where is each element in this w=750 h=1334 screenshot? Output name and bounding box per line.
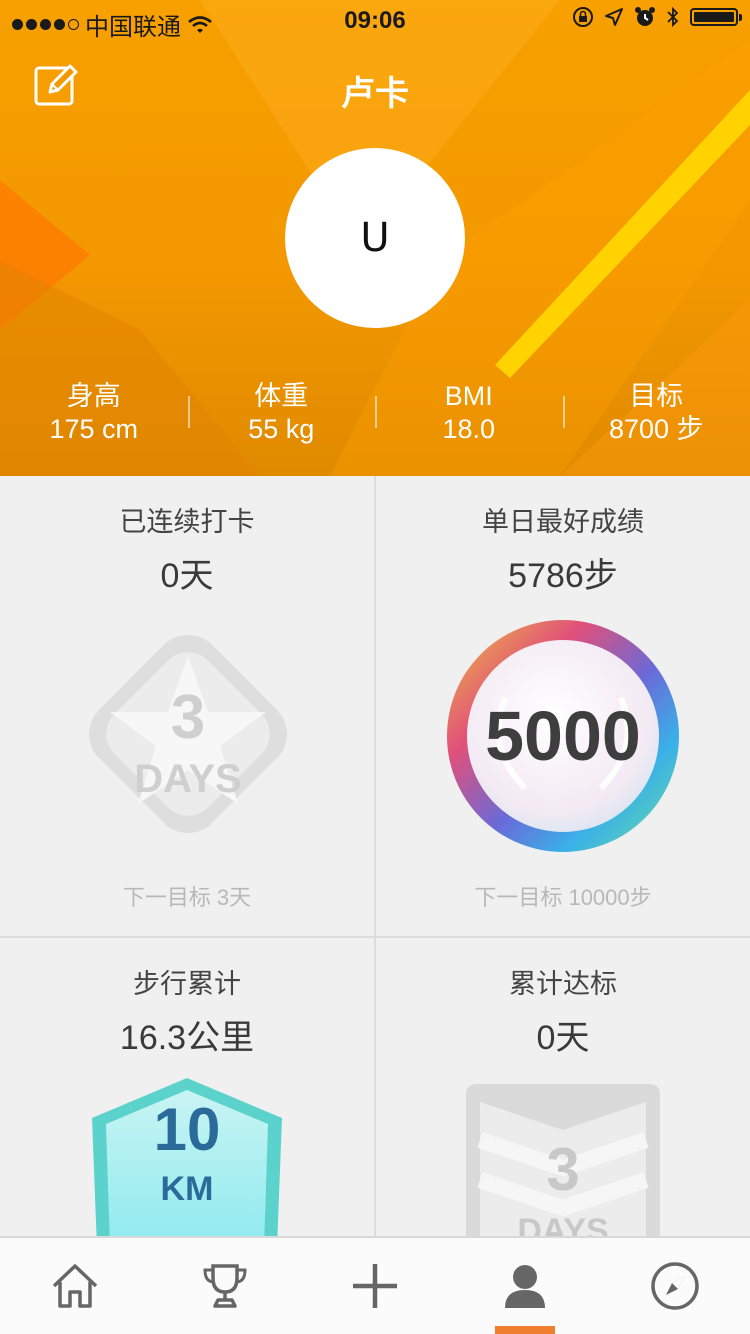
- tab-discover[interactable]: [600, 1238, 750, 1334]
- avatar-initial: U: [360, 215, 390, 261]
- card-title: 步行累计: [133, 969, 241, 999]
- card-value: 0天: [160, 557, 214, 595]
- tab-profile[interactable]: [450, 1238, 600, 1334]
- badge-number: 3: [171, 683, 205, 752]
- walk-badge-icon: 10 KM: [92, 1078, 282, 1236]
- rotation-lock-icon: [573, 7, 593, 27]
- grid-divider-horizontal: [0, 936, 750, 938]
- stat-value: 8700 步: [608, 414, 704, 444]
- next-goal: 下一目标 10000步: [474, 885, 652, 910]
- card-title: 已连续打卡: [119, 507, 255, 537]
- badge-unit: DAYS: [517, 1212, 608, 1236]
- stat-value: 55 kg: [248, 414, 315, 444]
- stat-goal: 目标 8700 步: [562, 380, 750, 450]
- profile-header: 中国联通 09:06 卢卡 U 身高 175 cm 体重 55 kg BMI 1…: [0, 0, 750, 476]
- stat-label: 身高: [66, 381, 121, 411]
- streak-card[interactable]: 已连续打卡 0天 3 DAYS 下一目标 3天: [0, 476, 374, 936]
- stat-weight: 体重 55 kg: [187, 380, 376, 450]
- goal-total-card[interactable]: 累计达标 0天 3 DAYS: [376, 938, 750, 1236]
- avatar[interactable]: U: [285, 148, 465, 328]
- home-icon: [52, 1264, 98, 1308]
- best-day-card[interactable]: 单日最好成绩 5786步 5000 下一目标 10000步: [376, 476, 750, 936]
- grid-divider-vertical: [374, 476, 376, 1236]
- stat-value: 175 cm: [49, 414, 139, 444]
- page-title: 卢卡: [341, 75, 409, 113]
- walk-total-card[interactable]: 步行累计 16.3公里 10 KM: [0, 938, 374, 1236]
- stat-label: BMI: [444, 381, 493, 411]
- stat-label: 目标: [629, 381, 684, 411]
- card-title: 单日最好成绩: [482, 507, 644, 537]
- location-icon: [605, 8, 623, 26]
- battery-icon: [690, 8, 742, 26]
- plus-icon: [353, 1264, 397, 1308]
- badge-number: 5000: [485, 697, 641, 775]
- achievement-grid: 已连续打卡 0天 3 DAYS 下一目标 3天 单日最好成绩 5786步 500…: [0, 476, 750, 1236]
- status-icons: [572, 6, 742, 28]
- tab-home[interactable]: [0, 1238, 150, 1334]
- badge-unit: KM: [161, 1170, 214, 1208]
- stat-height: 身高 175 cm: [0, 380, 188, 450]
- compass-icon: [651, 1262, 699, 1310]
- card-value: 16.3公里: [119, 1019, 255, 1057]
- stat-bmi: BMI 18.0: [375, 380, 563, 450]
- card-title: 累计达标: [509, 969, 617, 999]
- card-value: 0天: [536, 1019, 590, 1057]
- streak-badge-icon: 3 DAYS: [88, 634, 288, 834]
- tab-add[interactable]: [300, 1238, 450, 1334]
- tab-trophy[interactable]: [150, 1238, 300, 1334]
- tab-bar: [0, 1236, 750, 1334]
- active-tab-indicator: [495, 1326, 555, 1334]
- badge-number: 3: [546, 1136, 579, 1203]
- next-goal: 下一目标 3天: [122, 885, 252, 910]
- stat-value: 18.0: [442, 414, 496, 444]
- badge-unit: DAYS: [134, 757, 241, 801]
- body-stats: 身高 175 cm 体重 55 kg BMI 18.0 目标 8700 步: [0, 380, 750, 450]
- profile-icon: [505, 1265, 545, 1308]
- bluetooth-icon: [667, 6, 679, 28]
- status-bar: 中国联通 09:06: [0, 0, 750, 41]
- goal-badge-icon: 3 DAYS: [466, 1084, 660, 1236]
- stat-label: 体重: [254, 381, 309, 411]
- alarm-icon: [635, 7, 655, 26]
- badge-number: 10: [154, 1096, 221, 1163]
- trophy-icon: [203, 1264, 247, 1308]
- best-day-badge-icon: 5000: [447, 620, 679, 852]
- card-value: 5786步: [508, 557, 618, 595]
